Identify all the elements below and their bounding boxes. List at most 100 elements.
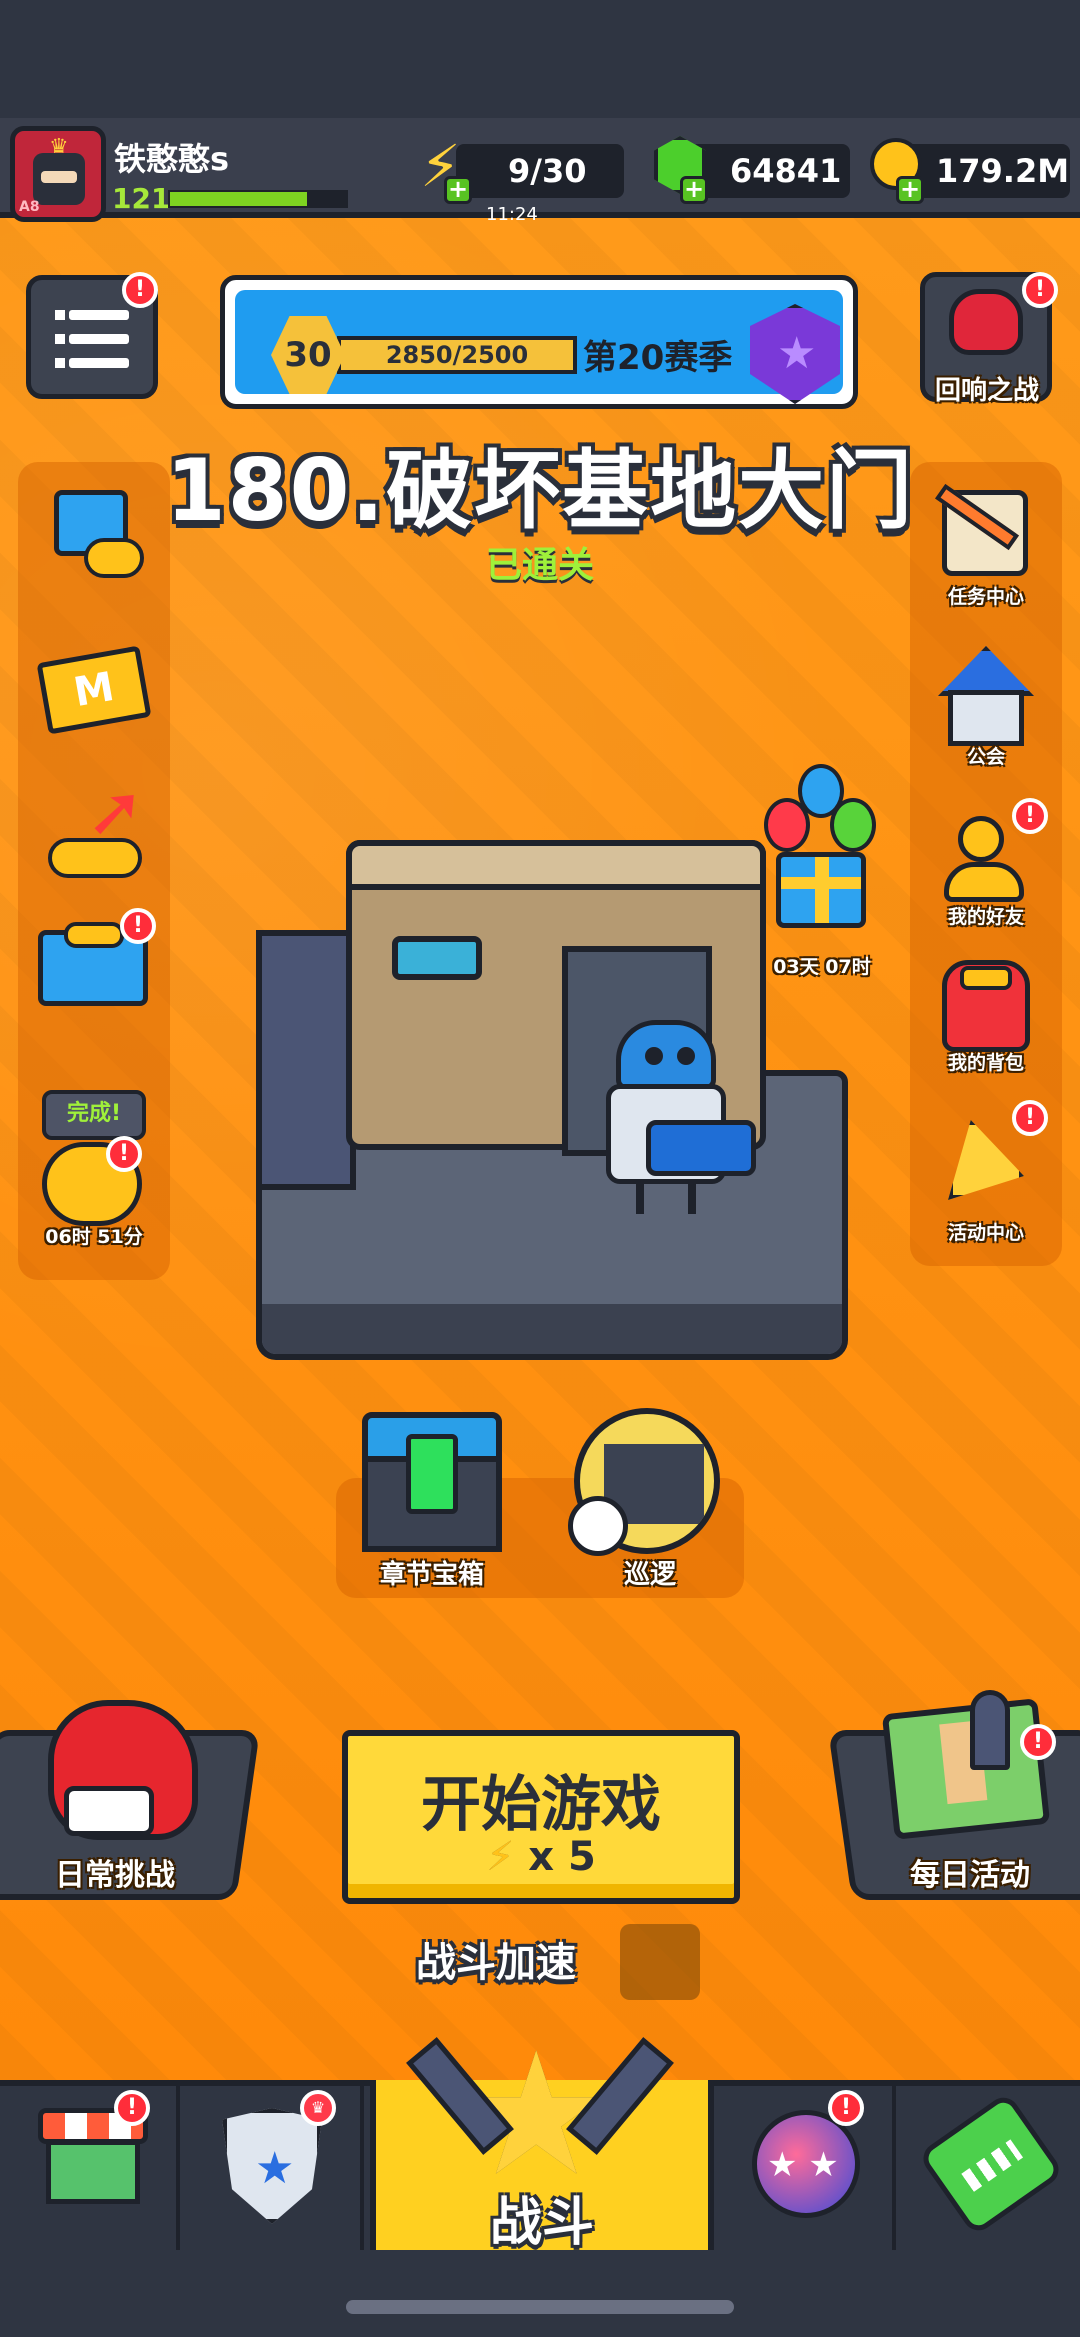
start-game-label: 开始游戏 [421, 1770, 661, 1840]
lightning-icon: ⚡ [486, 1834, 515, 1880]
daily-activity-badge: ! [1020, 1724, 1056, 1760]
backpack-flap [960, 966, 1012, 990]
guild-label: 公会 [966, 746, 1005, 768]
energy-cost: x 5 [528, 1834, 596, 1880]
start-game-button[interactable]: 开始游戏 ⚡ x 5 [342, 1730, 740, 1904]
friends-icon-body [944, 862, 1024, 902]
status-bar [0, 0, 1080, 118]
gift-box-icon [776, 852, 866, 928]
map-pin-icon [970, 1690, 1010, 1770]
growth-fund-button[interactable]: ➚ [36, 770, 152, 886]
season-label: 第20赛季 [583, 338, 733, 378]
clock-icon [568, 1496, 628, 1556]
menu-badge: ! [122, 272, 158, 308]
season-progress: 2850/2500 [337, 336, 577, 374]
energy-value: 9/30 [508, 152, 587, 190]
backpack-label: 我的背包 [947, 1052, 1024, 1074]
piggy-bank-badge: ! [106, 1136, 142, 1172]
gems-counter[interactable]: 64841 [690, 144, 850, 198]
echo-battle-badge: ! [1022, 272, 1058, 308]
task-center-label: 任务中心 [947, 586, 1024, 608]
guild-button[interactable] [932, 646, 1040, 750]
daily-challenge-label: 日常挑战 [55, 1858, 175, 1893]
player-level: 121 [112, 182, 171, 215]
building-roof [346, 840, 766, 890]
menu-icon-dot [55, 358, 65, 368]
building-window [392, 936, 482, 980]
tab-battle-label: 战斗 [489, 2193, 594, 2253]
event-center-badge: ! [1012, 1100, 1048, 1136]
task-center-button[interactable] [928, 483, 1044, 588]
demon-icon [949, 289, 1023, 355]
menu-icon-line [69, 310, 129, 320]
gems-value: 64841 [730, 152, 842, 190]
chapter-chest-button[interactable] [362, 1412, 502, 1552]
talent-globe-icon [752, 2110, 860, 2218]
shop-base [46, 2140, 140, 2204]
battle-speed-label: 战斗加速 [416, 1940, 576, 1986]
monthly-card-icon: M [36, 645, 152, 735]
menu-icon [55, 310, 65, 320]
map-icon [881, 1698, 1051, 1840]
house-icon [948, 690, 1024, 746]
gift-pack-button[interactable] [36, 484, 152, 588]
energy-counter[interactable]: 9/30 11:24 [456, 144, 624, 225]
top-bar: ♛ A8 铁憨憨s 121 9/30 11:24 ⚡ + 64841 + 179… [0, 118, 1080, 225]
avatar-face [33, 153, 85, 205]
home-indicator-bar [0, 2250, 1080, 2337]
robot-head [616, 1020, 716, 1090]
season-badge-icon [750, 304, 840, 404]
gold-bars-icon [64, 922, 124, 948]
coins-value: 179.2M [936, 152, 1070, 190]
shop-cart-badge: ! [120, 908, 156, 944]
monthly-card-button[interactable]: M [36, 640, 152, 744]
add-energy-button[interactable]: + [444, 176, 472, 204]
robot-character [586, 1020, 756, 1220]
avatar-tag: A8 [19, 199, 40, 215]
season-panel[interactable]: 2850/2500 30 第20赛季 [220, 275, 858, 409]
piggy-timer: 06时 51分 [45, 1226, 143, 1248]
house-roof-icon [938, 646, 1034, 696]
party-popper-icon [948, 1120, 1024, 1200]
start-game-cost: ⚡ x 5 [348, 1834, 734, 1880]
gift-timer: 03天 07时 [773, 956, 871, 978]
coin-pile-icon [48, 838, 142, 878]
chapter-chest-label: 章节宝箱 [379, 1560, 484, 1590]
player-name: 铁憨憨s [114, 140, 230, 178]
boxing-glove-icon [48, 1700, 198, 1840]
robot-cannon [646, 1120, 756, 1176]
daily-activity-label: 每日活动 [910, 1858, 1030, 1893]
gift-balloon-button[interactable] [760, 760, 880, 960]
add-gems-button[interactable]: + [680, 176, 708, 204]
shop-badge: ! [114, 2090, 150, 2126]
event-center-label: 活动中心 [947, 1222, 1024, 1244]
backpack-button[interactable] [932, 956, 1040, 1060]
add-coins-button[interactable]: + [896, 176, 924, 204]
friends-icon [958, 816, 1004, 862]
menu-icon-line [69, 334, 129, 344]
robot-legs [636, 1180, 696, 1214]
patrol-label: 巡逻 [623, 1560, 676, 1590]
battle-speed-toggle[interactable] [620, 1924, 700, 2000]
echo-battle-label: 回响之战 [934, 376, 1039, 406]
piggy-complete-tag: 完成! [42, 1090, 146, 1140]
tower [256, 930, 356, 1190]
friends-label: 我的好友 [947, 906, 1024, 928]
xp-bar [168, 190, 348, 208]
season-panel-inner: 2850/2500 30 第20赛季 [235, 290, 843, 404]
energy-timer: 11:24 [486, 204, 538, 225]
home-indicator[interactable] [346, 2300, 734, 2314]
menu-icon-dot [55, 334, 65, 344]
coins-counter[interactable]: 179.2M [900, 144, 1070, 198]
friends-badge: ! [1012, 798, 1048, 834]
chest-icon [406, 1434, 458, 1514]
season-level: 30 [271, 316, 345, 394]
menu-icon-line [69, 358, 129, 368]
equipment-badge: ♛ [300, 2090, 336, 2126]
xp-fill [170, 192, 308, 206]
player-avatar[interactable]: ♛ A8 [10, 126, 106, 222]
balloon-icon [830, 798, 876, 852]
coin-pile-icon [84, 538, 144, 578]
talent-badge: ! [828, 2090, 864, 2126]
patrol-button[interactable] [568, 1408, 724, 1558]
